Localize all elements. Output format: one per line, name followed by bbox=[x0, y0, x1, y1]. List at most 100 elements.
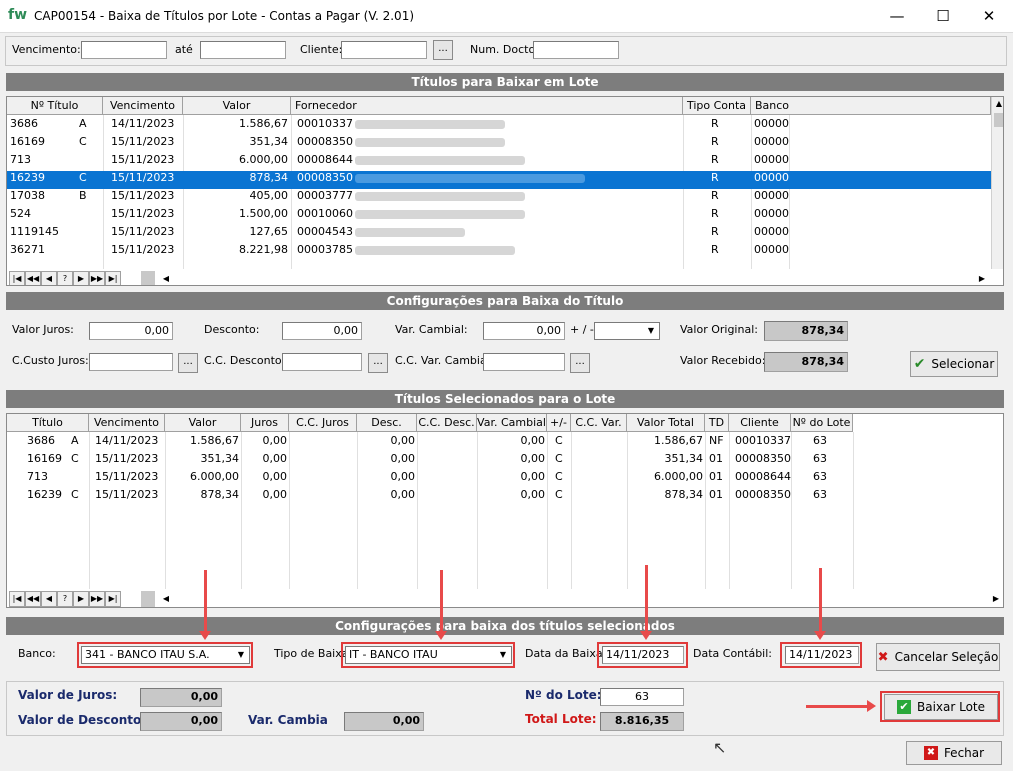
cc-var-cambial-lookup-button[interactable]: ... bbox=[570, 353, 590, 373]
help-icon[interactable]: ? bbox=[57, 591, 73, 607]
last-record-icon[interactable]: ▶| bbox=[105, 591, 121, 607]
num-docto-field[interactable] bbox=[533, 41, 619, 59]
maximize-button[interactable]: ☐ bbox=[920, 0, 966, 32]
table-row[interactable]: 16239 C 15/11/2023 878,34 00008350 R 00000 bbox=[7, 169, 991, 187]
sel-valor-total: 1.586,67 bbox=[654, 434, 703, 447]
valor-recebido-field: 878,34 bbox=[764, 352, 848, 372]
prev-page-icon[interactable]: ◀◀ bbox=[25, 591, 41, 607]
prev-record-icon[interactable]: ◀ bbox=[41, 591, 57, 607]
title-tipo-conta: R bbox=[711, 243, 719, 256]
var-cambial-field[interactable]: 0,00 bbox=[483, 322, 565, 340]
col-header-juros[interactable]: Juros bbox=[241, 414, 289, 432]
help-icon[interactable]: ? bbox=[57, 271, 73, 285]
col-header-cc-desc[interactable]: C.C. Desc. bbox=[417, 414, 477, 432]
col-header-valor-total[interactable]: Valor Total bbox=[627, 414, 705, 432]
col-header-var-cambial[interactable]: Var. Cambial bbox=[477, 414, 547, 432]
scroll-left-icon[interactable]: ◀ bbox=[157, 591, 175, 607]
cancelar-selecao-button[interactable]: ✖ Cancelar Seleção bbox=[876, 643, 1000, 671]
titles-vertical-scrollbar[interactable]: ▲ bbox=[991, 97, 1003, 269]
col-header-desc[interactable]: Desc. bbox=[357, 414, 417, 432]
sel-num-lote: 63 bbox=[813, 470, 827, 483]
col-header-tipo-conta[interactable]: Tipo Conta bbox=[683, 97, 751, 115]
h-scroll-thumb[interactable] bbox=[141, 591, 155, 607]
window-title: CAP00154 - Baixa de Títulos por Lote - C… bbox=[34, 9, 415, 23]
cc-desconto-field[interactable] bbox=[282, 353, 362, 371]
col-header-vencimento[interactable]: Vencimento bbox=[103, 97, 183, 115]
cc-var-cambial-field[interactable] bbox=[483, 353, 565, 371]
title-number: 3686 bbox=[10, 117, 38, 130]
table-row[interactable]: 16239 C 15/11/2023 878,34 0,00 0,00 0,00 C 878,3… bbox=[7, 486, 987, 504]
first-record-icon[interactable]: |◀ bbox=[9, 591, 25, 607]
col-header-cc-var[interactable]: C.C. Var. bbox=[571, 414, 627, 432]
sel-vencimento: 15/11/2023 bbox=[95, 488, 159, 501]
sel-var-cambial: 0,00 bbox=[520, 452, 546, 465]
table-row[interactable]: 16169 C 15/11/2023 351,34 00008350 R 00000 bbox=[7, 133, 991, 151]
table-row[interactable]: 36271 15/11/2023 8.221,98 00003785 R 00000 bbox=[7, 241, 991, 259]
scroll-right-icon[interactable]: ▶ bbox=[989, 591, 1003, 607]
col-header-sign[interactable]: +/- bbox=[547, 414, 571, 432]
h-scroll-thumb[interactable] bbox=[141, 271, 155, 285]
title-fornecedor-code: 00004543 bbox=[297, 225, 353, 238]
table-row[interactable]: 17038 B 15/11/2023 405,00 00003777 R 00000 bbox=[7, 187, 991, 205]
title-banco: 00000 bbox=[754, 153, 789, 166]
cc-juros-field[interactable] bbox=[89, 353, 173, 371]
redacted-name bbox=[355, 210, 525, 219]
scroll-right-icon[interactable]: ▶ bbox=[975, 271, 989, 285]
prev-record-icon[interactable]: ◀ bbox=[41, 271, 57, 285]
table-row[interactable]: 713 15/11/2023 6.000,00 00008644 R 00000 bbox=[7, 151, 991, 169]
col-header-valor[interactable]: Valor bbox=[165, 414, 241, 432]
scroll-left-icon[interactable]: ◀ bbox=[157, 271, 175, 285]
col-header-valor[interactable]: Valor bbox=[183, 97, 291, 115]
title-banco: 00000 bbox=[754, 207, 789, 220]
valor-juros-field[interactable]: 0,00 bbox=[89, 322, 173, 340]
close-button[interactable]: ✕ bbox=[966, 0, 1012, 32]
col-header-cliente[interactable]: Cliente bbox=[729, 414, 791, 432]
first-record-icon[interactable]: |◀ bbox=[9, 271, 25, 285]
mouse-pointer-icon: ↖ bbox=[713, 738, 727, 757]
col-header-cc-juros[interactable]: C.C. Juros bbox=[289, 414, 357, 432]
cliente-field[interactable] bbox=[341, 41, 427, 59]
last-record-icon[interactable]: ▶| bbox=[105, 271, 121, 285]
sel-valor: 1.586,67 bbox=[190, 434, 239, 447]
next-page-icon[interactable]: ▶▶ bbox=[89, 591, 105, 607]
table-row[interactable]: 713 15/11/2023 6.000,00 0,00 0,00 0,00 C 6.000,… bbox=[7, 468, 987, 486]
next-record-icon[interactable]: ▶ bbox=[73, 271, 89, 285]
table-row[interactable]: 524 15/11/2023 1.500,00 00010060 R 00000 bbox=[7, 205, 991, 223]
col-header-banco[interactable]: Banco bbox=[751, 97, 991, 115]
cliente-lookup-button[interactable]: ... bbox=[433, 40, 453, 60]
chevron-down-icon: ▼ bbox=[647, 326, 655, 335]
col-header-num-lote[interactable]: Nº do Lote bbox=[791, 414, 853, 432]
scroll-thumb[interactable] bbox=[994, 113, 1003, 127]
fechar-button[interactable]: ✖ Fechar bbox=[906, 741, 1002, 765]
num-lote-field[interactable]: 63 bbox=[600, 688, 684, 706]
vencimento-from-field[interactable] bbox=[81, 41, 167, 59]
desconto-field[interactable]: 0,00 bbox=[282, 322, 362, 340]
table-row[interactable]: 3686 A 14/11/2023 1.586,67 00010337 R 00000 bbox=[7, 115, 991, 133]
sel-td: 01 bbox=[709, 488, 723, 501]
table-row[interactable]: 3686 A 14/11/2023 1.586,67 0,00 0,00 0,00 C 1.58… bbox=[7, 432, 987, 450]
col-header-titulo[interactable]: Título bbox=[7, 414, 89, 432]
scroll-up-icon[interactable]: ▲ bbox=[992, 97, 1003, 111]
cc-var-cambial-label: C.C. Var. Cambial: bbox=[395, 354, 494, 367]
selecionar-button[interactable]: ✔ Selecionar bbox=[910, 351, 998, 377]
col-header-num-titulo[interactable]: Nº Título bbox=[7, 97, 103, 115]
cc-juros-lookup-button[interactable]: ... bbox=[178, 353, 198, 373]
table-row[interactable]: 1119145 15/11/2023 127,65 00004543 R 00000 bbox=[7, 223, 991, 241]
sel-var-cambial: 0,00 bbox=[520, 434, 546, 447]
minimize-button[interactable]: — bbox=[874, 0, 920, 32]
sel-sign: C bbox=[555, 434, 563, 447]
sel-desc: 0,00 bbox=[390, 488, 416, 501]
col-header-vencimento[interactable]: Vencimento bbox=[89, 414, 165, 432]
vencimento-to-field[interactable] bbox=[200, 41, 286, 59]
next-record-icon[interactable]: ▶ bbox=[73, 591, 89, 607]
col-header-fornecedor[interactable]: Fornecedor bbox=[291, 97, 683, 115]
col-header-td[interactable]: TD bbox=[705, 414, 729, 432]
sel-title-number: 16239 bbox=[27, 488, 62, 501]
sign-select[interactable]: ▼ bbox=[594, 322, 660, 340]
table-row[interactable]: 16169 C 15/11/2023 351,34 0,00 0,00 0,00 C 351,3… bbox=[7, 450, 987, 468]
prev-page-icon[interactable]: ◀◀ bbox=[25, 271, 41, 285]
title-suffix bbox=[79, 151, 93, 169]
cc-desconto-lookup-button[interactable]: ... bbox=[368, 353, 388, 373]
next-page-icon[interactable]: ▶▶ bbox=[89, 271, 105, 285]
sel-valor: 878,34 bbox=[200, 488, 240, 501]
